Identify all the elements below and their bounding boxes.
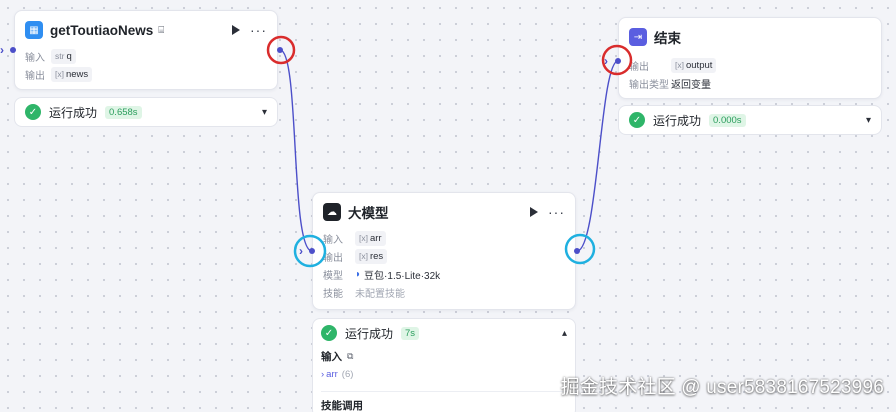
- watermark: 掘金技术社区 @ user5838167523996: [560, 377, 884, 398]
- highlight-circle-red: [601, 44, 633, 76]
- edge-plugin-to-llm: [279, 49, 313, 252]
- canvas-overlay: [266, 35, 633, 268]
- edge-llm-to-end: [576, 60, 619, 252]
